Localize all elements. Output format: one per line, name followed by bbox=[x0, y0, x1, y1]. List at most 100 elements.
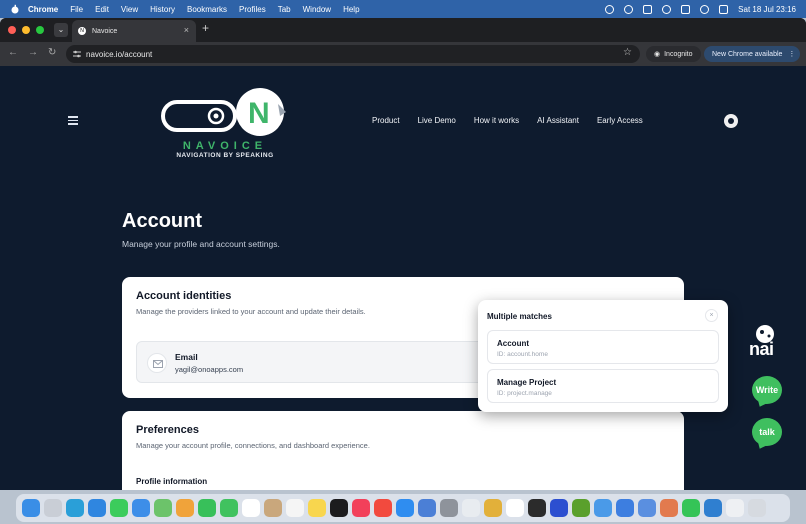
whatsapp-icon[interactable] bbox=[682, 499, 700, 517]
page-title: Account bbox=[122, 210, 202, 232]
nav-early-access[interactable]: Early Access bbox=[597, 116, 643, 125]
apple-icon[interactable] bbox=[10, 4, 20, 14]
back-icon[interactable]: ← bbox=[8, 47, 18, 58]
match-item-account[interactable]: Account ID: account.home bbox=[487, 330, 719, 364]
battery-icon[interactable] bbox=[681, 4, 691, 14]
proton-vpn-icon[interactable] bbox=[550, 499, 568, 517]
email-identity-row[interactable]: Email yagil@onoapps.com bbox=[136, 341, 496, 383]
reload-icon[interactable]: ↻ bbox=[48, 47, 56, 58]
preferences-heading: Preferences bbox=[136, 424, 199, 436]
tab-close-icon[interactable]: × bbox=[184, 25, 189, 35]
identity-email: yagil@onoapps.com bbox=[175, 365, 244, 374]
mail-app-icon[interactable] bbox=[132, 499, 150, 517]
trash-icon[interactable] bbox=[748, 499, 766, 517]
menu-history[interactable]: History bbox=[150, 5, 175, 14]
more-menu-icon[interactable]: ⋮ bbox=[788, 50, 795, 58]
update-label: New Chrome available bbox=[712, 50, 783, 58]
user-avatar[interactable] bbox=[724, 114, 738, 128]
window-controls bbox=[8, 26, 44, 34]
hamburger-menu-icon[interactable] bbox=[68, 116, 78, 125]
nav-live-demo[interactable]: Live Demo bbox=[418, 116, 456, 125]
browser-toolbar: ← → ↻ navoice.io/account ☆ ◉ Incognito N… bbox=[0, 42, 806, 66]
preview-icon[interactable] bbox=[462, 499, 480, 517]
pen-tool-icon[interactable] bbox=[638, 499, 656, 517]
new-tab-button[interactable]: + bbox=[202, 21, 209, 35]
nai-brand[interactable]: nai bbox=[749, 339, 774, 360]
menu-profiles[interactable]: Profiles bbox=[239, 5, 266, 14]
app-store-icon[interactable] bbox=[396, 499, 414, 517]
match-id: ID: account.home bbox=[497, 351, 548, 358]
tab-navoice[interactable]: N Navoice × bbox=[72, 20, 196, 42]
focus-icon[interactable] bbox=[624, 4, 634, 14]
tab-search-button[interactable]: ⌄ bbox=[54, 23, 68, 37]
facetime-icon[interactable] bbox=[198, 499, 216, 517]
telegram-icon[interactable] bbox=[66, 499, 84, 517]
page-subtitle: Manage your profile and account settings… bbox=[122, 239, 280, 249]
launchpad-icon[interactable] bbox=[44, 499, 62, 517]
menu-help[interactable]: Help bbox=[343, 5, 359, 14]
calendar-icon[interactable] bbox=[242, 499, 260, 517]
maps-icon[interactable] bbox=[154, 499, 172, 517]
contacts-icon[interactable] bbox=[264, 499, 282, 517]
menu-bookmarks[interactable]: Bookmarks bbox=[187, 5, 227, 14]
brightness-icon[interactable] bbox=[605, 4, 615, 14]
claude-icon[interactable] bbox=[660, 499, 678, 517]
zoom-window-button[interactable] bbox=[36, 26, 44, 34]
finder-alt-icon[interactable] bbox=[594, 499, 612, 517]
finder-icon[interactable] bbox=[22, 499, 40, 517]
menu-tab[interactable]: Tab bbox=[278, 5, 291, 14]
write-assistant-button[interactable]: Write bbox=[752, 376, 782, 404]
nav-how-it-works[interactable]: How it works bbox=[474, 116, 519, 125]
xcode-icon[interactable] bbox=[418, 499, 436, 517]
quicktime-icon[interactable] bbox=[616, 499, 634, 517]
nav-product[interactable]: Product bbox=[372, 116, 400, 125]
minimize-window-button[interactable] bbox=[22, 26, 30, 34]
menu-view[interactable]: View bbox=[121, 5, 138, 14]
main-nav: Product Live Demo How it works AI Assist… bbox=[372, 116, 643, 125]
incognito-indicator[interactable]: ◉ Incognito bbox=[646, 46, 701, 62]
downloads-icon[interactable] bbox=[726, 499, 744, 517]
menu-file[interactable]: File bbox=[70, 5, 83, 14]
reminders-icon[interactable] bbox=[286, 499, 304, 517]
chatgpt-icon[interactable] bbox=[506, 499, 524, 517]
apple-tv-icon[interactable] bbox=[330, 499, 348, 517]
safari-icon[interactable] bbox=[88, 499, 106, 517]
nvidia-icon[interactable] bbox=[572, 499, 590, 517]
chrome-icon[interactable] bbox=[484, 499, 502, 517]
wifi-icon[interactable] bbox=[662, 4, 672, 14]
macos-menu-bar: Chrome File Edit View History Bookmarks … bbox=[0, 0, 806, 18]
menu-edit[interactable]: Edit bbox=[95, 5, 109, 14]
close-window-button[interactable] bbox=[8, 26, 16, 34]
match-label: Account bbox=[497, 339, 529, 348]
identity-provider: Email bbox=[175, 352, 198, 362]
control-center-icon[interactable] bbox=[719, 4, 729, 14]
music-icon[interactable] bbox=[352, 499, 370, 517]
bookmark-star-icon[interactable]: ☆ bbox=[623, 47, 632, 58]
photos-icon[interactable] bbox=[176, 499, 194, 517]
news-icon[interactable] bbox=[374, 499, 392, 517]
tab-favicon: N bbox=[78, 27, 86, 35]
new-chrome-available-button[interactable]: New Chrome available ⋮ bbox=[704, 46, 800, 62]
match-item-manage-project[interactable]: Manage Project ID: project.manage bbox=[487, 369, 719, 403]
url-text: navoice.io/account bbox=[86, 49, 153, 59]
system-settings-icon[interactable] bbox=[440, 499, 458, 517]
phone-icon[interactable] bbox=[220, 499, 238, 517]
tab-strip: ⌄ N Navoice × + bbox=[0, 18, 806, 42]
preferences-description: Manage your account profile, connections… bbox=[136, 441, 370, 450]
messages-icon[interactable] bbox=[110, 499, 128, 517]
nav-ai-assistant[interactable]: AI Assistant bbox=[537, 116, 579, 125]
clock[interactable]: Sat 18 Jul 23:16 bbox=[738, 5, 796, 14]
address-bar[interactable]: navoice.io/account ☆ bbox=[66, 45, 640, 63]
search-icon[interactable] bbox=[700, 4, 710, 14]
terminal-icon[interactable] bbox=[528, 499, 546, 517]
site-info-icon[interactable] bbox=[73, 50, 81, 58]
menu-window[interactable]: Window bbox=[303, 5, 331, 14]
menu-app-name[interactable]: Chrome bbox=[28, 5, 58, 14]
vscode-icon[interactable] bbox=[704, 499, 722, 517]
forward-icon[interactable]: → bbox=[28, 47, 38, 58]
talk-assistant-button[interactable]: talk bbox=[752, 418, 782, 446]
page-content: N NAVOICE NAVIGATION BY SPEAKING Product… bbox=[0, 66, 806, 490]
notes-icon[interactable] bbox=[308, 499, 326, 517]
popup-close-button[interactable]: × bbox=[705, 309, 718, 322]
keyboard-icon[interactable] bbox=[643, 4, 653, 14]
